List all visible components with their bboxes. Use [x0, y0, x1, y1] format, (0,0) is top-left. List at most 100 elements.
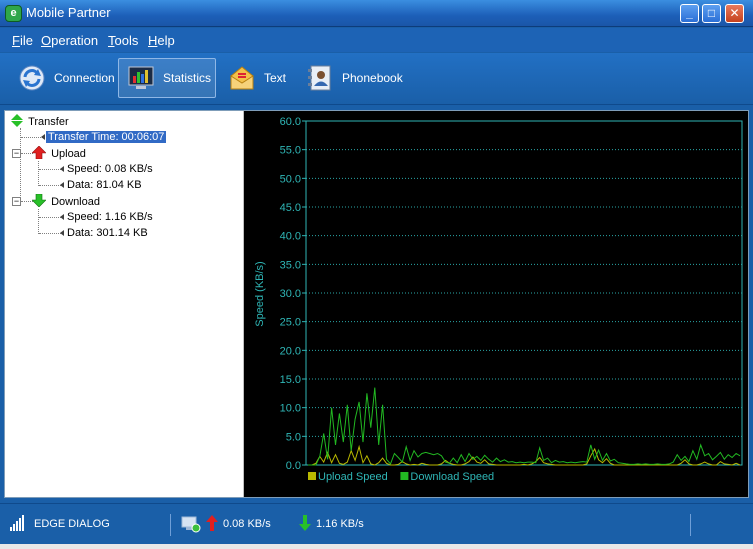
- menu-help-label: elp: [157, 33, 175, 48]
- tree-item-download-data[interactable]: Data: 301.14 KB: [65, 226, 150, 241]
- statistics-button[interactable]: Statistics: [118, 58, 216, 98]
- y-tick-label: 55.0: [280, 145, 301, 157]
- legend-swatch-upload: [308, 472, 316, 480]
- status-bar: EDGE DIALOG 0.08 KB/s 1.16 KB/s: [0, 503, 753, 544]
- y-tick-label: 45.0: [280, 202, 301, 214]
- upload-arrow-icon: [206, 515, 218, 534]
- connection-status-icon: [180, 515, 202, 536]
- menu-help-mnemonic: H: [148, 33, 158, 48]
- tree-connector: [39, 217, 61, 218]
- tree-item-download-speed-label: Speed: 1.16 KB/s: [67, 211, 153, 223]
- tree-item-upload-data-label: Data: 81.04 KB: [67, 179, 142, 191]
- tree-item-transfer-time[interactable]: Transfer Time: 00:06:07: [46, 130, 167, 145]
- download-arrow-icon: [299, 515, 311, 534]
- y-tick-label: 10.0: [280, 403, 301, 415]
- transfer-icon: [11, 114, 23, 127]
- main-window: e Mobile Partner _ □ ✕ File Operation To…: [0, 0, 753, 549]
- app-logo-icon: e: [5, 5, 22, 22]
- maximize-button[interactable]: □: [702, 4, 721, 23]
- y-tick-label: 35.0: [280, 259, 301, 271]
- tree-item-download[interactable]: Download: [31, 193, 102, 209]
- tree-item-transfer[interactable]: Transfer: [11, 114, 71, 129]
- leaf-marker-icon: [60, 182, 64, 188]
- tree-item-download-data-label: Data: 301.14 KB: [67, 227, 148, 239]
- y-tick-label: 25.0: [280, 317, 301, 329]
- statistics-label: Statistics: [163, 71, 212, 85]
- tree-item-download-speed[interactable]: Speed: 1.16 KB/s: [65, 210, 155, 225]
- phonebook-button[interactable]: Phonebook: [298, 58, 411, 98]
- tree-item-upload[interactable]: Upload: [31, 145, 88, 161]
- collapse-download-toggle[interactable]: −: [12, 197, 21, 206]
- tree-connector: [38, 161, 39, 186]
- plot-frame: [305, 120, 743, 466]
- y-axis-label: Speed (KB/s): [254, 261, 266, 326]
- text-label: Text: [264, 71, 287, 85]
- tree-connector: [38, 209, 39, 234]
- menu-operation-mnemonic: O: [41, 33, 52, 48]
- tree-connector: [20, 128, 21, 202]
- connection-button[interactable]: Connection: [10, 58, 123, 98]
- menu-file-label: ile: [19, 33, 33, 48]
- text-message-icon: [228, 64, 256, 92]
- toolbar: Connection Statistics Text Phonebook: [0, 53, 753, 105]
- phonebook-icon: [306, 64, 334, 92]
- menu-operation[interactable]: Operation: [41, 33, 98, 48]
- menu-help[interactable]: Help: [148, 33, 175, 48]
- y-tick-label: 0.0: [286, 460, 301, 472]
- connection-label: Connection: [54, 71, 115, 85]
- transfer-tree[interactable]: Transfer Transfer Time: 00:06:07 − Uploa…: [5, 111, 244, 497]
- title-bar[interactable]: e Mobile Partner _ □ ✕: [0, 0, 753, 27]
- legend-swatch-download: [400, 472, 409, 480]
- tree-item-upload-speed-label: Speed: 0.08 KB/s: [67, 163, 153, 175]
- y-tick-label: 40.0: [280, 231, 301, 243]
- statistics-icon: [127, 64, 155, 92]
- collapse-upload-toggle[interactable]: −: [12, 149, 21, 158]
- menu-tools[interactable]: Tools: [108, 33, 138, 48]
- y-tick-label: 60.0: [280, 116, 301, 128]
- window-title: Mobile Partner: [26, 5, 111, 20]
- speed-chart: 0.0 5.0 10.0 15.0 20.0 25.0 30.0 35.0 40.0 45.0 50…: [254, 116, 743, 483]
- tree-item-upload-label: Upload: [51, 148, 86, 160]
- menu-file[interactable]: File: [12, 33, 33, 48]
- status-divider: [690, 514, 691, 536]
- download-arrow-icon: [31, 193, 47, 208]
- tree-item-upload-speed[interactable]: Speed: 0.08 KB/s: [65, 162, 155, 177]
- leaf-marker-icon: [60, 230, 64, 236]
- leaf-marker-icon: [60, 166, 64, 172]
- text-button[interactable]: Text: [220, 58, 294, 98]
- leaf-marker-icon: [60, 214, 64, 220]
- tree-connector: [39, 185, 61, 186]
- download-speed-line: [308, 387, 741, 466]
- y-tick-label: 5.0: [286, 431, 301, 443]
- status-download-speed: 1.16 KB/s: [316, 518, 364, 530]
- tree-item-transfer-time-label: Transfer Time: 00:06:07: [46, 131, 167, 143]
- tree-item-download-label: Download: [51, 196, 100, 208]
- menu-tools-label: ools: [114, 33, 139, 48]
- status-divider: [170, 514, 171, 536]
- menu-bar: File Operation Tools Help: [0, 28, 753, 52]
- y-tick-label: 50.0: [280, 173, 301, 185]
- statistics-panel: Transfer Transfer Time: 00:06:07 − Uploa…: [4, 110, 749, 498]
- speed-chart-pane: 0.0 5.0 10.0 15.0 20.0 25.0 30.0 35.0 40.0 45.0 50…: [244, 111, 748, 497]
- y-tick-label: 15.0: [280, 374, 301, 386]
- leaf-marker-icon: [41, 134, 45, 140]
- phonebook-label: Phonebook: [342, 71, 403, 85]
- tree-connector: [39, 169, 61, 170]
- tree-item-transfer-label: Transfer: [28, 116, 69, 128]
- y-tick-label: 30.0: [280, 288, 301, 300]
- legend-label-upload: Upload Speed: [318, 471, 388, 483]
- y-tick-label: 20.0: [280, 345, 301, 357]
- network-status: EDGE DIALOG: [34, 518, 110, 530]
- menu-file-mnemonic: F: [12, 33, 20, 48]
- tree-connector: [21, 137, 43, 138]
- close-button[interactable]: ✕: [725, 4, 744, 23]
- status-upload-speed: 0.08 KB/s: [223, 518, 271, 530]
- connection-icon: [18, 64, 46, 92]
- upload-arrow-icon: [31, 145, 47, 160]
- tree-item-upload-data[interactable]: Data: 81.04 KB: [65, 178, 144, 193]
- tree-connector: [39, 233, 61, 234]
- minimize-button[interactable]: _: [680, 4, 699, 23]
- menu-operation-label: peration: [51, 33, 99, 48]
- legend-label-download: Download Speed: [410, 471, 494, 483]
- desktop-strip: [0, 544, 753, 549]
